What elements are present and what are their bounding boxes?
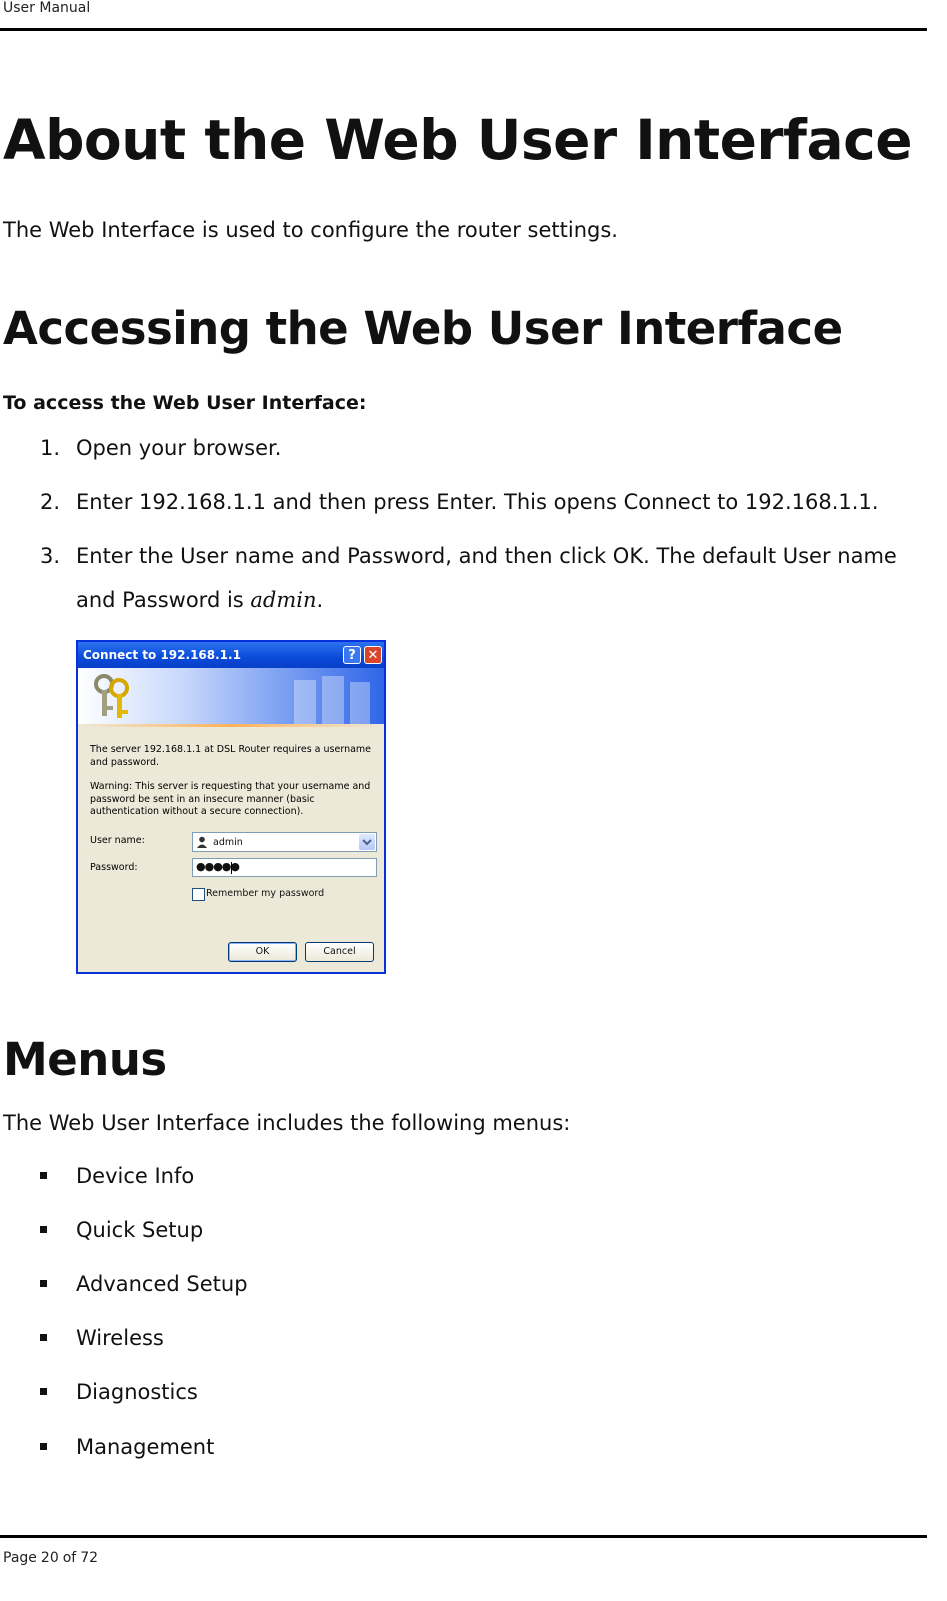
cancel-button[interactable]: Cancel: [305, 942, 374, 962]
username-value: admin: [213, 837, 243, 848]
menu-name: Device Info: [76, 1164, 195, 1188]
list-item: Quick Setup: [40, 1218, 203, 1242]
footer-rule: [0, 1535, 927, 1538]
menu-name: Management: [76, 1435, 215, 1459]
close-button[interactable]: ✕: [364, 646, 382, 664]
section-title-about: About the Web User Interface: [3, 108, 913, 172]
section-title-menus: Menus: [3, 1033, 167, 1086]
password-value: ●●●●●: [196, 860, 240, 873]
section-title-accessing: Accessing the Web User Interface: [3, 302, 843, 355]
banner-divider: [78, 724, 384, 727]
bullet-square: [40, 1442, 47, 1450]
step-item: 1. Open your browser.: [40, 426, 930, 470]
step-number: 1.: [40, 436, 61, 460]
step-text-before: Enter the User name and Password, and th…: [76, 544, 897, 612]
keys-icon: [94, 674, 129, 718]
user-icon: [197, 836, 207, 848]
dialog-titlebar: Connect to 192.168.1.1 ? ✕: [78, 642, 384, 668]
bullet-square: [40, 1333, 47, 1341]
accessing-subtitle: To access the Web User Interface:: [3, 392, 367, 414]
header-rule: [0, 28, 927, 31]
list-item: Management: [40, 1435, 214, 1459]
list-item: Wireless: [40, 1326, 164, 1350]
text-caret: [231, 862, 232, 874]
page-footer: Page 20 of 72: [3, 1550, 102, 1566]
menu-name: Advanced Setup: [76, 1272, 248, 1296]
bullet-square: [40, 1171, 47, 1179]
page-label: Page: [3, 1550, 37, 1566]
about-paragraph: The Web Interface is used to configure t…: [3, 218, 618, 242]
remember-password-checkbox[interactable]: [192, 888, 205, 901]
list-item: Diagnostics: [40, 1380, 198, 1404]
password-label: Password:: [90, 862, 138, 873]
dialog-message: The server 192.168.1.1 at DSL Router req…: [90, 744, 372, 768]
bullet-square: [40, 1387, 47, 1395]
bullet-square: [40, 1225, 47, 1233]
menu-name: Diagnostics: [76, 1380, 198, 1404]
dialog-title: Connect to 192.168.1.1: [83, 648, 241, 662]
total-pages: 72: [80, 1550, 99, 1566]
chevron-down-icon[interactable]: [359, 834, 375, 850]
login-dialog: Connect to 192.168.1.1 ? ✕ The server 19…: [76, 640, 386, 974]
step-text: Enter the User name and Password, and th…: [76, 534, 926, 622]
help-button[interactable]: ?: [343, 646, 361, 664]
menu-name: Quick Setup: [76, 1218, 204, 1242]
list-item: Advanced Setup: [40, 1272, 248, 1296]
page-number: 20: [40, 1550, 59, 1566]
dialog-warning: Warning: This server is requesting that …: [90, 781, 371, 817]
default-credential: admin: [250, 588, 317, 612]
step-text: Enter 192.168.1.1 and then press Enter. …: [76, 490, 879, 514]
step-number: 2.: [40, 490, 61, 514]
bullet-square: [40, 1279, 47, 1287]
username-combobox[interactable]: admin: [192, 832, 377, 852]
of-label: of: [62, 1550, 77, 1566]
menu-name: Wireless: [76, 1326, 164, 1350]
step-item: 3. Enter the User name and Password, and …: [40, 534, 930, 622]
username-label: User name:: [90, 835, 145, 846]
running-header: User Manual: [3, 0, 91, 16]
step-item: 2. Enter 192.168.1.1 and then press Enter…: [40, 480, 930, 524]
list-item: Device Info: [40, 1164, 194, 1188]
remember-password-label[interactable]: Remember my password: [206, 888, 324, 899]
step-text: Open your browser.: [76, 436, 282, 460]
password-input[interactable]: ●●●●●: [192, 858, 377, 877]
keys-watermark-icon: [294, 676, 370, 724]
ok-button[interactable]: OK: [228, 942, 297, 962]
menus-paragraph: The Web User Interface includes the foll…: [3, 1111, 571, 1135]
step-number: 3.: [40, 544, 61, 568]
step-text-after: .: [316, 588, 324, 612]
